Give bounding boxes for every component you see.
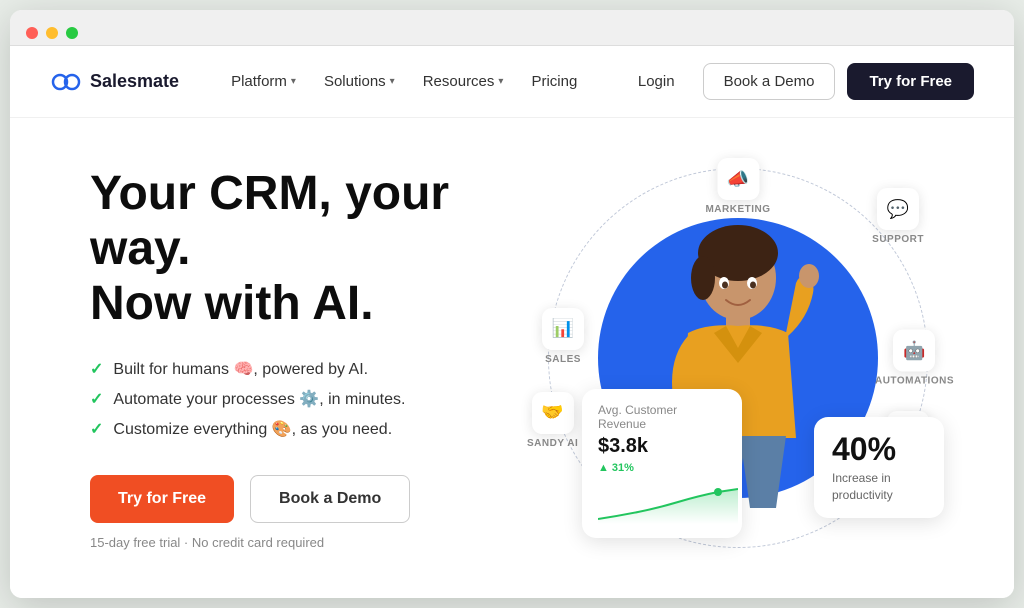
login-button[interactable]: Login xyxy=(622,65,691,98)
hero-try-free-button[interactable]: Try for Free xyxy=(90,475,234,523)
marketing-icon-box: 📣 xyxy=(717,158,759,200)
productivity-text: Increase in productivity xyxy=(832,470,926,504)
revenue-badge: ▲ 31% xyxy=(598,462,634,474)
revenue-card-title: Avg. Customer Revenue xyxy=(598,403,726,431)
orbit-marketing: 📣 MARKETING xyxy=(705,158,770,215)
hero-features: ✓ Built for humans 🧠, powered by AI. ✓ A… xyxy=(90,359,522,439)
hero-right: 📣 MARKETING 💬 SUPPORT 🤖 AUTOMATIONS 👁️ I… xyxy=(522,148,954,568)
support-icon-box: 💬 xyxy=(877,188,919,230)
chevron-down-icon: ▾ xyxy=(291,76,296,87)
orbit-sandy-ai: 🤝 SANDY AI xyxy=(527,392,578,449)
productivity-percent: 40% xyxy=(832,431,926,468)
hero-section: Your CRM, your way. Now with AI. ✓ Built… xyxy=(10,118,1014,598)
nav-item-resources[interactable]: Resources ▾ xyxy=(411,65,516,98)
close-button[interactable] xyxy=(26,27,38,39)
hero-left: Your CRM, your way. Now with AI. ✓ Built… xyxy=(90,166,522,551)
navigation: Salesmate Platform ▾ Solutions ▾ Resourc… xyxy=(10,46,1014,118)
orbit-sales: 📊 SALES xyxy=(542,308,584,365)
productivity-card: 40% Increase in productivity xyxy=(814,417,944,518)
nav-item-platform[interactable]: Platform ▾ xyxy=(219,65,308,98)
hero-title: Your CRM, your way. Now with AI. xyxy=(90,166,522,332)
nav-right: Login Book a Demo Try for Free xyxy=(622,63,974,100)
browser-chrome xyxy=(10,10,1014,46)
arrow-up-icon: ▲ xyxy=(598,462,609,474)
book-demo-button[interactable]: Book a Demo xyxy=(703,63,836,100)
nav-item-pricing[interactable]: Pricing xyxy=(519,65,589,98)
hero-buttons: Try for Free Book a Demo xyxy=(90,475,522,523)
sales-icon-box: 📊 xyxy=(542,308,584,350)
check-icon: ✓ xyxy=(90,419,103,439)
feature-item: ✓ Built for humans 🧠, powered by AI. xyxy=(90,359,522,379)
page-content: Salesmate Platform ▾ Solutions ▾ Resourc… xyxy=(10,46,1014,598)
revenue-chart xyxy=(598,484,726,524)
orbit-support: 💬 SUPPORT xyxy=(872,188,924,245)
feature-item: ✓ Automate your processes ⚙️, in minutes… xyxy=(90,389,522,409)
logo-text: Salesmate xyxy=(90,71,179,92)
try-free-button[interactable]: Try for Free xyxy=(847,63,974,100)
chevron-down-icon: ▾ xyxy=(498,76,503,87)
check-icon: ✓ xyxy=(90,359,103,379)
revenue-card: Avg. Customer Revenue $3.8k ▲ 31% xyxy=(582,389,742,538)
check-icon: ✓ xyxy=(90,389,103,409)
revenue-card-value: $3.8k xyxy=(598,435,726,458)
automations-icon-box: 🤖 xyxy=(893,330,935,372)
nav-item-solutions[interactable]: Solutions ▾ xyxy=(312,65,407,98)
minimize-button[interactable] xyxy=(46,27,58,39)
sandy-ai-icon-box: 🤝 xyxy=(532,392,574,434)
nav-links: Platform ▾ Solutions ▾ Resources ▾ Prici… xyxy=(219,65,622,98)
maximize-button[interactable] xyxy=(66,27,78,39)
logo[interactable]: Salesmate xyxy=(50,66,179,98)
orbit-automations: 🤖 AUTOMATIONS xyxy=(875,330,954,387)
feature-item: ✓ Customize everything 🎨, as you need. xyxy=(90,419,522,439)
chevron-down-icon: ▾ xyxy=(390,76,395,87)
hero-book-demo-button[interactable]: Book a Demo xyxy=(250,475,410,523)
trial-note: 15-day free trial · No credit card requi… xyxy=(90,535,522,550)
